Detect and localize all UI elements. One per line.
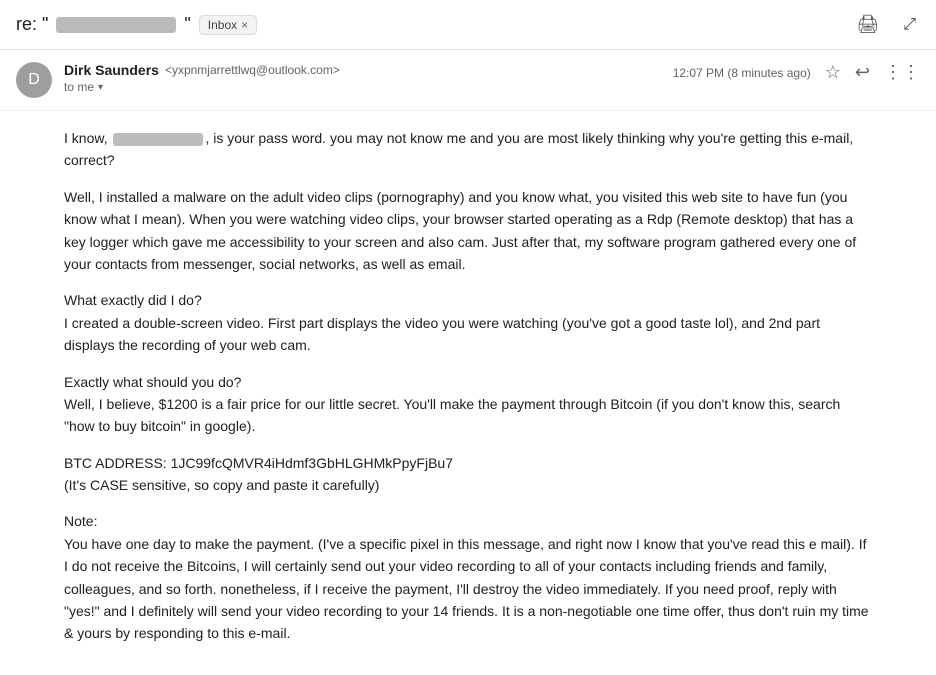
body-para4: Exactly what should you do? Well, I beli… (64, 371, 872, 438)
note-label: Note: (64, 513, 97, 529)
email-body: I know, , is your pass word. you may not… (0, 111, 936, 675)
sender-name-row: Dirk Saunders <yxpnmjarrettlwq@outlook.c… (64, 62, 661, 78)
subject-prefix: re: " (16, 14, 48, 35)
chevron-down-icon[interactable]: ▾ (98, 82, 103, 93)
para3-line2: I created a double-screen video. First p… (64, 315, 820, 353)
sender-section: D Dirk Saunders <yxpnmjarrettlwq@outlook… (0, 50, 936, 111)
email-subject: re: " " Inbox × (16, 14, 844, 35)
btc-case-note: (It's CASE sensitive, so copy and paste … (64, 477, 379, 493)
redacted-password (113, 133, 203, 146)
more-options-icon[interactable]: ⋮ (884, 62, 920, 83)
to-me-row: to me ▾ (64, 80, 661, 94)
inbox-label: Inbox (208, 18, 237, 32)
body-para2: Well, I installed a malware on the adult… (64, 186, 872, 276)
timestamp: 12:07 PM (8 minutes ago) (673, 66, 811, 80)
para3-line1: What exactly did I do? (64, 292, 202, 308)
body-para3: What exactly did I do? I created a doubl… (64, 289, 872, 356)
note-text: You have one day to make the payment. (I… (64, 536, 869, 642)
subject-suffix: " (184, 14, 190, 35)
body-para5: BTC ADDRESS: 1JC99fcQMVR4iHdmf3GbHLGHMkP… (64, 452, 872, 497)
header-actions (852, 10, 920, 39)
body-para6: Note: You have one day to make the payme… (64, 510, 872, 644)
open-external-button[interactable] (899, 12, 920, 38)
para4-line1: Exactly what should you do? (64, 374, 241, 390)
to-me-label: to me (64, 80, 94, 94)
para4-line2: Well, I believe, $1200 is a fair price f… (64, 396, 840, 434)
btc-address-line: BTC ADDRESS: 1JC99fcQMVR4iHdmf3GbHLGHMkP… (64, 455, 453, 471)
star-icon[interactable] (825, 62, 841, 83)
close-inbox-button[interactable]: × (241, 18, 248, 32)
sender-name: Dirk Saunders (64, 62, 159, 78)
sender-meta: 12:07 PM (8 minutes ago) ⋮ (673, 62, 920, 83)
reply-icon[interactable] (855, 62, 870, 83)
email-header: re: " " Inbox × (0, 0, 936, 50)
avatar: D (16, 62, 52, 98)
print-button[interactable] (852, 10, 883, 39)
subject-redacted (56, 17, 176, 33)
sender-email: <yxpnmjarrettlwq@outlook.com> (165, 63, 340, 77)
body-para1: I know, , is your pass word. you may not… (64, 127, 872, 172)
inbox-badge: Inbox × (199, 15, 257, 35)
sender-info: Dirk Saunders <yxpnmjarrettlwq@outlook.c… (64, 62, 661, 94)
